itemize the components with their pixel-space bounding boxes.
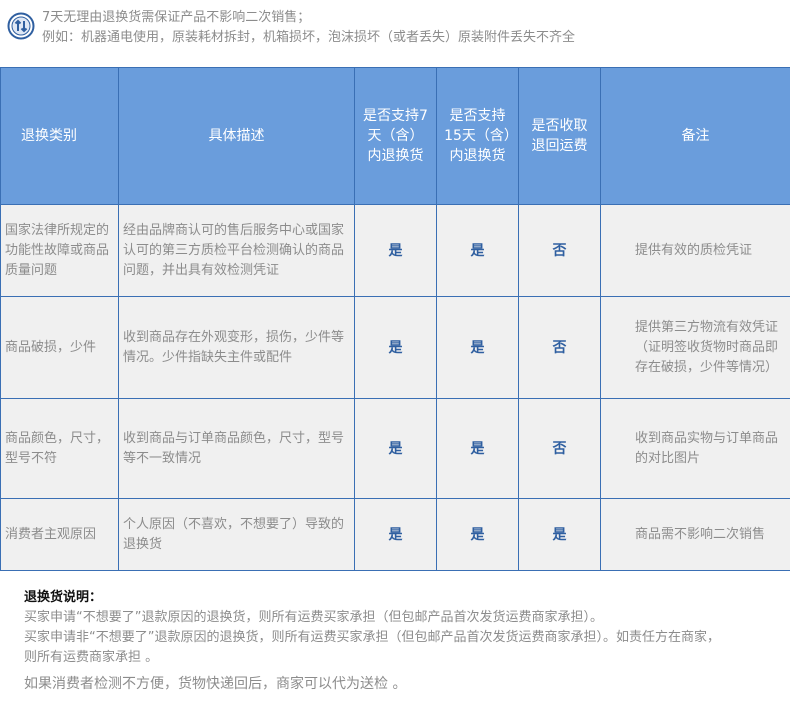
table-row: 商品颜色，尺寸，型号不符 收到商品与订单商品颜色，尺寸，型号等不一致情况 是 是… (0, 398, 790, 499)
row-description: 收到商品存在外观变形，损伤，少件等情况。少件指缺失主件或配件 (118, 296, 355, 399)
row-category: 商品破损，少件 (0, 296, 119, 399)
return-policy-table: 退换类别 具体描述 是否支持7天（含）内退换货 是否支持15天（含）内退换货 是… (0, 67, 790, 571)
header-remark: 备注 (600, 67, 790, 205)
table-row: 消费者主观原因 个人原因（不喜欢，不想要了）导致的退换货 是 是 是 商品需不影… (0, 498, 790, 571)
row-remark: 提供第三方物流有效凭证（证明签收货物时商品即存在破损，少件等情况） (600, 296, 790, 399)
row-category: 国家法律所规定的功能性故障或商品质量问题 (0, 204, 119, 297)
notice-block: 7天无理由退换货需保证产品不影响二次销售； 例如：机器通电使用，原装耗材拆封，机… (6, 8, 786, 52)
row-description: 经由品牌商认可的售后服务中心或国家认可的第三方质检平台检测确认的商品问题，并出具… (118, 204, 355, 297)
row-fifteen-day: 是 (436, 204, 519, 297)
explanation-block: 退换货说明： 买家申请“不想要了”退款原因的退换货，则所有运费买家承担（但包邮产… (24, 588, 784, 694)
row-fifteen-day: 是 (436, 498, 519, 571)
row-remark: 商品需不影响二次销售 (600, 498, 790, 571)
row-fifteen-day: 是 (436, 398, 519, 499)
header-description: 具体描述 (118, 67, 355, 205)
row-fifteen-day: 是 (436, 296, 519, 399)
row-remark: 收到商品实物与订单商品的对比图片 (600, 398, 790, 499)
row-category: 消费者主观原因 (0, 498, 119, 571)
explanation-title: 退换货说明： (24, 590, 103, 605)
row-seven-day: 是 (354, 498, 437, 571)
table-row: 商品破损，少件 收到商品存在外观变形，损伤，少件等情况。少件指缺失主件或配件 是… (0, 296, 790, 399)
table-row: 国家法律所规定的功能性故障或商品质量问题 经由品牌商认可的售后服务中心或国家认可… (0, 204, 790, 297)
explanation-line-4: 如果消费者检测不方便，货物快递回后，商家可以代为送检 。 (24, 676, 407, 692)
row-category: 商品颜色，尺寸，型号不符 (0, 398, 119, 499)
header-category: 退换类别 (0, 67, 119, 205)
header-fifteen-day: 是否支持15天（含）内退换货 (436, 67, 519, 205)
header-freight: 是否收取退回运费 (518, 67, 601, 205)
row-description: 个人原因（不喜欢，不想要了）导致的退换货 (118, 498, 355, 571)
table-header-row: 退换类别 具体描述 是否支持7天（含）内退换货 是否支持15天（含）内退换货 是… (0, 67, 790, 205)
explanation-line-3: 则所有运费商家承担 。 (24, 650, 159, 665)
row-remark: 提供有效的质检凭证 (600, 204, 790, 297)
row-seven-day: 是 (354, 398, 437, 499)
explanation-line-2: 买家申请非“不想要了”退款原因的退换货，则所有运费买家承担（但包邮产品首次发货运… (24, 630, 720, 645)
notice-line-1: 7天无理由退换货需保证产品不影响二次销售； (42, 10, 311, 25)
header-seven-day: 是否支持7天（含）内退换货 (354, 67, 437, 205)
row-seven-day: 是 (354, 296, 437, 399)
row-freight: 否 (518, 398, 601, 499)
notice-line-2: 例如：机器通电使用，原装耗材拆封，机箱损坏，泡沫损坏（或者丢失）原装附件丢失不齐… (42, 30, 576, 45)
row-freight: 否 (518, 204, 601, 297)
row-freight: 是 (518, 498, 601, 571)
row-freight: 否 (518, 296, 601, 399)
row-seven-day: 是 (354, 204, 437, 297)
row-description: 收到商品与订单商品颜色，尺寸，型号等不一致情况 (118, 398, 355, 499)
refresh-circle-icon (7, 12, 35, 40)
explanation-line-1: 买家申请“不想要了”退款原因的退换货，则所有运费买家承担（但包邮产品首次发货运费… (24, 610, 603, 625)
